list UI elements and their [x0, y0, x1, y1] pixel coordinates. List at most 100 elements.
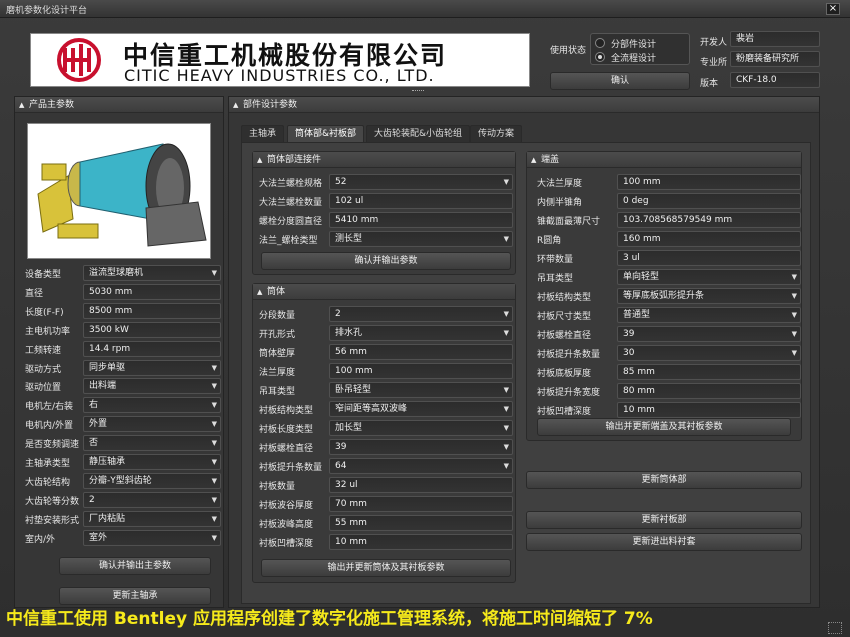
update-liner-button[interactable]: 更新衬板部: [526, 511, 802, 529]
param-input[interactable]: 85 mm: [617, 364, 801, 380]
usage-radio-group: 分部件设计 全流程设计: [590, 33, 690, 65]
update-shell-button[interactable]: 更新筒体部: [526, 471, 802, 489]
param-input[interactable]: 3500 kW: [83, 321, 221, 338]
product-header[interactable]: ▲ 产品主参数: [15, 97, 223, 113]
param-value: 5030 mm: [89, 286, 133, 297]
param-input[interactable]: 70 mm: [329, 496, 513, 512]
param-value: 52: [335, 177, 347, 187]
shell-update-button[interactable]: 输出并更新筒体及其衬板参数: [261, 559, 511, 577]
param-select[interactable]: 静压轴承 ▼: [83, 454, 221, 470]
param-select[interactable]: 窄间距等高双波峰 ▼: [329, 401, 513, 417]
param-row: 吊耳类型 卧吊轻型 ▼: [259, 382, 513, 398]
param-select[interactable]: 2 ▼: [83, 491, 221, 508]
param-row: 法兰厚度 100 mm: [259, 363, 513, 379]
resize-grip-icon[interactable]: [828, 622, 842, 634]
param-label: 衬板结构类型: [537, 293, 592, 303]
collapse-arrow-icon: ▲: [531, 156, 537, 164]
param-select[interactable]: 39 ▼: [329, 439, 513, 455]
param-input[interactable]: 103.708568579549 mm: [617, 212, 801, 228]
tab-drive-scheme[interactable]: 传动方案: [470, 125, 523, 142]
version-field[interactable]: CKF-18.0: [730, 72, 820, 88]
param-input[interactable]: 80 mm: [617, 383, 801, 399]
param-select[interactable]: 同步单驱 ▼: [83, 359, 221, 376]
param-select[interactable]: 卧吊轻型 ▼: [329, 382, 513, 398]
endcap-update-button[interactable]: 输出并更新端盖及其衬板参数: [537, 418, 791, 436]
param-select[interactable]: 加长型 ▼: [329, 420, 513, 436]
param-select[interactable]: 39 ▼: [617, 326, 801, 342]
flange-confirm-button[interactable]: 确认并输出参数: [261, 252, 511, 270]
param-select[interactable]: 单向轻型 ▼: [617, 269, 801, 285]
param-select[interactable]: 溢流型球磨机 ▼: [83, 265, 221, 281]
param-input[interactable]: 160 mm: [617, 231, 801, 247]
param-select[interactable]: 52 ▼: [329, 174, 513, 190]
flange-header[interactable]: ▲ 筒体部连接件: [253, 152, 515, 168]
parts-header[interactable]: ▲ 部件设计参数: [229, 97, 819, 113]
param-label: 开孔形式: [259, 330, 296, 340]
param-value: 单向轻型: [623, 272, 660, 282]
param-row: 设备类型 溢流型球磨机 ▼: [25, 265, 221, 281]
param-select[interactable]: 分瓣-Y型斜齿轮 ▼: [83, 472, 221, 489]
param-select[interactable]: 否 ▼: [83, 435, 221, 452]
param-row: 衬板尺寸类型 普通型 ▼: [537, 307, 801, 323]
endcap-header[interactable]: ▲ 端盖: [527, 152, 801, 168]
param-input[interactable]: 56 mm: [329, 344, 513, 360]
param-input[interactable]: 8500 mm: [83, 302, 221, 319]
param-select[interactable]: 2 ▼: [329, 306, 513, 322]
param-row: 工频转速 14.4 rpm: [25, 340, 221, 357]
dropdown-arrow-icon: ▼: [503, 178, 509, 186]
param-input[interactable]: 55 mm: [329, 515, 513, 531]
param-row: 法兰_螺栓类型 测长型 ▼: [259, 231, 513, 247]
param-value: 100 mm: [335, 366, 373, 376]
param-input[interactable]: 14.4 rpm: [83, 340, 221, 357]
param-label: 驱动位置: [25, 383, 62, 394]
param-select[interactable]: 厂内粘贴 ▼: [83, 510, 221, 527]
param-row: 室内/外 室外 ▼: [25, 529, 221, 546]
param-input[interactable]: 100 mm: [617, 174, 801, 190]
param-input[interactable]: 32 ul: [329, 477, 513, 493]
news-caption: 中信重工使用 Bentley 应用程序创建了数字化施工管理系统，将施工时间缩短了…: [6, 609, 653, 629]
param-row: 是否变频调速否 ▼: [25, 435, 221, 452]
logo-english-text: CITIC HEAVY INDUSTRIES CO., LTD.: [124, 66, 435, 85]
update-main-bearing-button[interactable]: 更新主轴承: [59, 587, 211, 605]
radio-full-design[interactable]: [595, 52, 605, 62]
param-input[interactable]: 10 mm: [617, 402, 801, 418]
param-value: 测长型: [335, 234, 363, 244]
tab-main-bearing[interactable]: 主轴承: [241, 125, 285, 142]
splitter-handle[interactable]: [412, 90, 424, 93]
param-value: 室外: [89, 532, 108, 543]
tab-shell-liner[interactable]: 筒体部&衬板部: [287, 125, 365, 142]
param-select[interactable]: 30 ▼: [617, 345, 801, 361]
param-input[interactable]: 3 ul: [617, 250, 801, 266]
param-select[interactable]: 出料端 ▼: [83, 378, 221, 395]
param-input[interactable]: 5030 mm: [83, 283, 221, 300]
param-input[interactable]: 100 mm: [329, 363, 513, 379]
close-button[interactable]: ×: [826, 3, 840, 15]
collapse-arrow-icon: ▲: [19, 101, 25, 109]
param-input[interactable]: 0 deg: [617, 193, 801, 209]
confirm-main-params-button[interactable]: 确认并输出主参数: [59, 557, 211, 575]
param-select[interactable]: 普通型 ▼: [617, 307, 801, 323]
param-select[interactable]: 排水孔 ▼: [329, 325, 513, 341]
param-value: 8500 mm: [89, 305, 133, 316]
param-row: 大齿轮等分数 2 ▼: [25, 491, 221, 508]
param-select[interactable]: 右 ▼: [83, 397, 221, 414]
shell-header-label: 筒体: [267, 287, 286, 297]
param-select[interactable]: 室外 ▼: [83, 529, 221, 546]
dept-field[interactable]: 粉磨装备研究所: [730, 51, 820, 67]
param-input[interactable]: 10 mm: [329, 534, 513, 550]
param-select[interactable]: 等厚底板弧形提升条 ▼: [617, 288, 801, 304]
dropdown-arrow-icon: ▼: [503, 235, 509, 243]
param-label: 衬板尺寸类型: [537, 312, 592, 322]
param-select[interactable]: 测长型 ▼: [329, 231, 513, 247]
radio-partial-design[interactable]: [595, 38, 605, 48]
param-input[interactable]: 5410 mm: [329, 212, 513, 228]
param-select[interactable]: 外置 ▼: [83, 416, 221, 433]
developer-field[interactable]: 裴岩: [730, 31, 820, 47]
param-select[interactable]: 64 ▼: [329, 458, 513, 474]
usage-confirm-button[interactable]: 确认: [550, 72, 690, 90]
shell-header[interactable]: ▲ 筒体: [253, 284, 515, 300]
update-feed-liner-button[interactable]: 更新进出料衬套: [526, 533, 802, 551]
param-label: 衬板凹槽深度: [259, 539, 314, 549]
param-input[interactable]: 102 ul: [329, 193, 513, 209]
tab-gear-assembly[interactable]: 大齿轮装配&小齿轮组: [366, 125, 471, 142]
